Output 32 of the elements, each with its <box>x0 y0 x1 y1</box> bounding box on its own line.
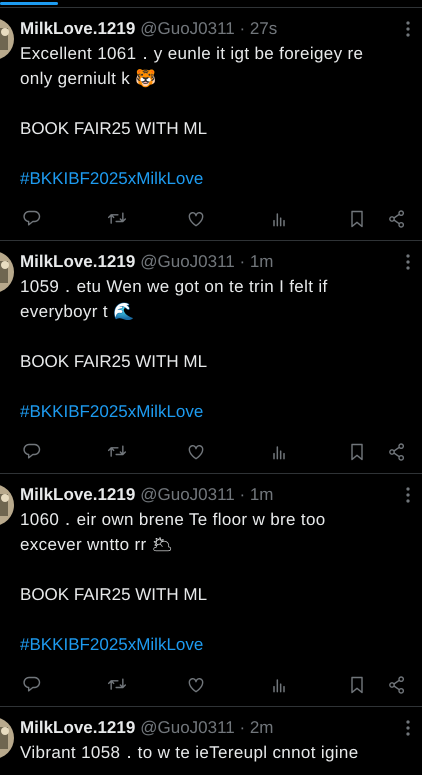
more-options-icon[interactable] <box>406 486 410 502</box>
more-options-icon[interactable] <box>406 720 410 736</box>
tweet-text: Excellent 1061．y eunle it igt be foreigey re only gerniult k 🐯 <box>20 44 364 88</box>
heart-icon[interactable] <box>186 675 206 695</box>
handle-and-time: @GuoJ0311 · 1m <box>140 252 274 272</box>
tweet[interactable]: MilkLove.1219 @GuoJ0311 · 27s Excellent 1061．y eunle it igt be foreigey re only gerniult k 🐯 BOOK FAIR25 WITH ML #BKKIBF2025xMilkLove <box>0 8 422 241</box>
handle-and-time: @GuoJ0311 · 1m <box>140 484 274 504</box>
display-name[interactable]: MilkLove.1219 <box>20 484 136 504</box>
hashtag-link[interactable]: #BKKIBF2025xMilkLove <box>20 635 204 654</box>
share-icon[interactable] <box>387 442 407 462</box>
hashtag-link[interactable]: #BKKIBF2025xMilkLove <box>20 402 204 421</box>
hashtag-link[interactable]: #BKKIBF2025xMilkLove <box>20 169 204 188</box>
tweet-text: 1059．etu Wen we got on te trin I felt if everyboyr t 🌊 <box>20 277 328 321</box>
more-options-icon[interactable] <box>406 20 410 36</box>
more-options-icon[interactable] <box>406 254 410 270</box>
tweet[interactable]: MilkLove.1219 @GuoJ0311 · 1m 1059．etu Wen we got on te trin I felt if everyboyr t 🌊 BOOK FAIR25 WITH ML #BKKIBF2025xMilkLove <box>0 241 422 474</box>
heart-icon[interactable] <box>186 442 206 462</box>
tweet[interactable]: MilkLove.1219 @GuoJ0311 · 2m Vibrant 1058．to w te ieTereupl cnnot igine <box>0 707 422 771</box>
heart-icon[interactable] <box>186 209 206 229</box>
handle-and-time: @GuoJ0311 · 2m <box>140 718 274 738</box>
tagline: BOOK FAIR25 WITH ML <box>20 119 208 138</box>
tweet-text: Vibrant 1058．to w te ieTereupl cnnot igine <box>20 743 359 762</box>
tweet-text: 1060．eir own brene Te floor w bre too excever wntto rr 🌥 <box>20 510 326 554</box>
display-name[interactable]: MilkLove.1219 <box>20 252 136 272</box>
tagline: BOOK FAIR25 WITH ML <box>20 585 208 604</box>
tagline: BOOK FAIR25 WITH ML <box>20 352 208 371</box>
display-name[interactable]: MilkLove.1219 <box>20 718 136 738</box>
display-name[interactable]: MilkLove.1219 <box>20 18 136 38</box>
handle-and-time: @GuoJ0311 · 27s <box>140 18 278 38</box>
share-icon[interactable] <box>387 675 407 695</box>
tweet[interactable]: MilkLove.1219 @GuoJ0311 · 1m 1060．eir own brene Te floor w bre too excever wntto rr 🌥 BOOK FAIR25 WITH ML #BKKIBF2025xMilkLove <box>0 474 422 707</box>
share-icon[interactable] <box>387 209 407 229</box>
